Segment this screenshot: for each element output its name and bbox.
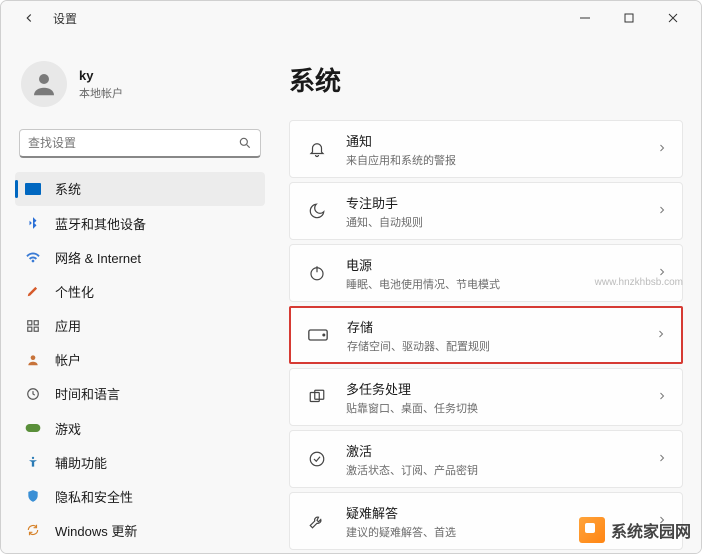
power-icon bbox=[306, 262, 328, 284]
card-subtitle: 存储空间、驱动器、配置规则 bbox=[347, 338, 655, 354]
nav-label: 网络 & Internet bbox=[55, 248, 141, 267]
card-power[interactable]: 电源 睡眠、电池使用情况、节电模式 bbox=[289, 244, 683, 302]
wrench-icon bbox=[306, 510, 328, 532]
watermark-url: www.hnzkhbsb.com bbox=[595, 277, 683, 288]
nav-label: 辅助功能 bbox=[55, 453, 107, 472]
nav-label: 时间和语言 bbox=[55, 384, 120, 403]
card-multitasking[interactable]: 多任务处理 贴靠窗口、桌面、任务切换 bbox=[289, 368, 683, 426]
close-icon bbox=[668, 13, 678, 23]
display-icon bbox=[25, 181, 41, 197]
settings-window: 设置 ky 本地帐户 bbox=[0, 0, 702, 554]
profile-name: ky bbox=[79, 68, 123, 83]
watermark: 系统家园网 bbox=[579, 517, 691, 543]
apps-icon bbox=[25, 318, 41, 334]
minimize-icon bbox=[580, 13, 590, 23]
nav-item-privacy[interactable]: 隐私和安全性 bbox=[15, 480, 265, 513]
nav-item-accessibility[interactable]: 辅助功能 bbox=[15, 446, 265, 479]
profile-subtitle: 本地帐户 bbox=[79, 85, 123, 101]
card-subtitle: 贴靠窗口、桌面、任务切换 bbox=[346, 400, 656, 416]
watermark-text: 系统家园网 bbox=[611, 518, 691, 542]
nav-item-accounts[interactable]: 帐户 bbox=[15, 343, 265, 376]
card-subtitle: 来自应用和系统的警报 bbox=[346, 152, 656, 168]
nav-label: 隐私和安全性 bbox=[55, 487, 133, 506]
card-focus-assist[interactable]: 专注助手 通知、自动规则 bbox=[289, 182, 683, 240]
card-notifications[interactable]: 通知 来自应用和系统的警报 bbox=[289, 120, 683, 178]
card-title: 激活 bbox=[346, 441, 656, 460]
nav-item-windows-update[interactable]: Windows 更新 bbox=[15, 514, 265, 547]
card-title: 电源 bbox=[346, 255, 656, 274]
card-title: 通知 bbox=[346, 131, 656, 150]
nav-label: 系统 bbox=[55, 179, 81, 198]
drive-icon bbox=[307, 324, 329, 346]
window-title: 设置 bbox=[53, 10, 77, 27]
nav-label: 帐户 bbox=[55, 350, 81, 369]
nav-label: 个性化 bbox=[55, 282, 94, 301]
search-icon bbox=[238, 136, 252, 150]
card-activation[interactable]: 激活 激活状态、订阅、产品密钥 bbox=[289, 430, 683, 488]
nav-item-bluetooth[interactable]: 蓝牙和其他设备 bbox=[15, 207, 265, 240]
back-button[interactable] bbox=[15, 4, 43, 32]
clock-icon bbox=[25, 386, 41, 402]
nav-item-system[interactable]: 系统 bbox=[15, 172, 265, 205]
chevron-right-icon bbox=[656, 204, 668, 219]
wifi-icon bbox=[25, 249, 41, 265]
card-title: 多任务处理 bbox=[346, 379, 656, 398]
nav-item-time-language[interactable]: 时间和语言 bbox=[15, 377, 265, 410]
close-button[interactable] bbox=[651, 4, 695, 32]
update-icon bbox=[25, 522, 41, 538]
profile-block[interactable]: ky 本地帐户 bbox=[15, 45, 265, 129]
avatar bbox=[21, 61, 67, 107]
minimize-button[interactable] bbox=[563, 4, 607, 32]
accessibility-icon bbox=[25, 454, 41, 470]
person-icon bbox=[25, 352, 41, 368]
shield-icon bbox=[25, 488, 41, 504]
avatar-icon bbox=[29, 69, 59, 99]
card-subtitle: 激活状态、订阅、产品密钥 bbox=[346, 462, 656, 478]
bluetooth-icon bbox=[25, 215, 41, 231]
multitask-icon bbox=[306, 386, 328, 408]
nav-item-personalization[interactable]: 个性化 bbox=[15, 275, 265, 308]
search-input[interactable] bbox=[28, 136, 238, 150]
chevron-right-icon bbox=[656, 390, 668, 405]
card-title: 存储 bbox=[347, 317, 655, 336]
card-subtitle: 通知、自动规则 bbox=[346, 214, 656, 230]
card-storage[interactable]: 存储 存储空间、驱动器、配置规则 bbox=[289, 306, 683, 364]
back-arrow-icon bbox=[22, 11, 36, 25]
nav-item-apps[interactable]: 应用 bbox=[15, 309, 265, 342]
nav-label: Windows 更新 bbox=[55, 521, 137, 540]
nav-list: 系统 蓝牙和其他设备 网络 & Internet 个性化 应用 bbox=[15, 172, 265, 547]
nav-label: 游戏 bbox=[55, 419, 81, 438]
game-icon bbox=[25, 420, 41, 436]
nav-label: 蓝牙和其他设备 bbox=[55, 214, 146, 233]
check-circle-icon bbox=[306, 448, 328, 470]
chevron-right-icon bbox=[656, 452, 668, 467]
nav-label: 应用 bbox=[55, 316, 81, 335]
bell-icon bbox=[306, 138, 328, 160]
card-title: 专注助手 bbox=[346, 193, 656, 212]
main-pane: 系统 通知 来自应用和系统的警报 专注助手 通知、自动规则 bbox=[271, 35, 701, 553]
sidebar: ky 本地帐户 系统 蓝牙和其他设备 网络 & I bbox=[1, 35, 271, 553]
nav-item-gaming[interactable]: 游戏 bbox=[15, 411, 265, 444]
page-heading: 系统 bbox=[289, 61, 683, 98]
watermark-logo-icon bbox=[579, 517, 605, 543]
maximize-button[interactable] bbox=[607, 4, 651, 32]
maximize-icon bbox=[624, 13, 634, 23]
moon-icon bbox=[306, 200, 328, 222]
chevron-right-icon bbox=[655, 328, 667, 343]
titlebar: 设置 bbox=[1, 1, 701, 35]
brush-icon bbox=[25, 283, 41, 299]
chevron-right-icon bbox=[656, 142, 668, 157]
search-box[interactable] bbox=[19, 129, 261, 158]
nav-item-network[interactable]: 网络 & Internet bbox=[15, 241, 265, 274]
